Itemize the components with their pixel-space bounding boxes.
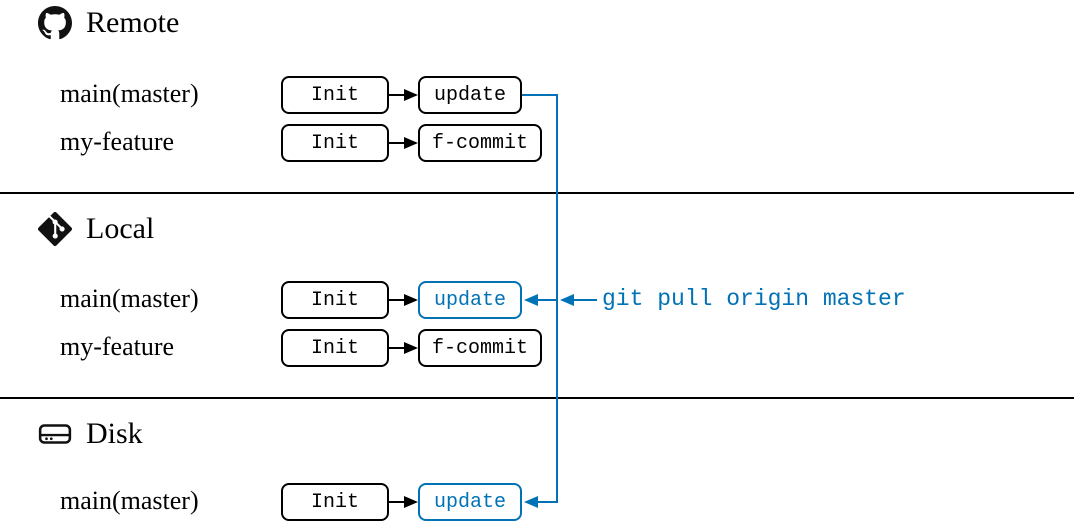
commit-local-feature-commit: f-commit — [418, 329, 542, 367]
github-icon — [38, 6, 72, 40]
commit-remote-main-init: Init — [281, 76, 389, 114]
commit-disk-main-init: Init — [281, 483, 389, 521]
branch-label-disk-main: main(master) — [60, 486, 199, 516]
divider-local-disk — [0, 397, 1074, 399]
commit-remote-main-update: update — [418, 76, 522, 114]
section-header-local: Local — [38, 212, 154, 246]
disk-icon — [38, 417, 72, 451]
section-header-disk: Disk — [38, 417, 143, 451]
section-title-remote: Remote — [86, 6, 179, 40]
commit-local-feature-init: Init — [281, 329, 389, 367]
command-label: git pull origin master — [602, 286, 906, 312]
branch-label-remote-main: main(master) — [60, 79, 199, 109]
section-title-local: Local — [86, 212, 154, 246]
commit-local-main-update: update — [418, 281, 522, 319]
git-icon — [38, 212, 72, 246]
commit-remote-feature-init: Init — [281, 124, 389, 162]
section-title-disk: Disk — [86, 417, 143, 451]
commit-remote-feature-commit: f-commit — [418, 124, 542, 162]
commit-local-main-init: Init — [281, 281, 389, 319]
divider-remote-local — [0, 192, 1074, 194]
branch-label-local-main: main(master) — [60, 284, 199, 314]
branch-label-local-feature: my-feature — [60, 332, 174, 362]
branch-label-remote-feature: my-feature — [60, 127, 174, 157]
section-header-remote: Remote — [38, 6, 179, 40]
commit-disk-main-update: update — [418, 483, 522, 521]
